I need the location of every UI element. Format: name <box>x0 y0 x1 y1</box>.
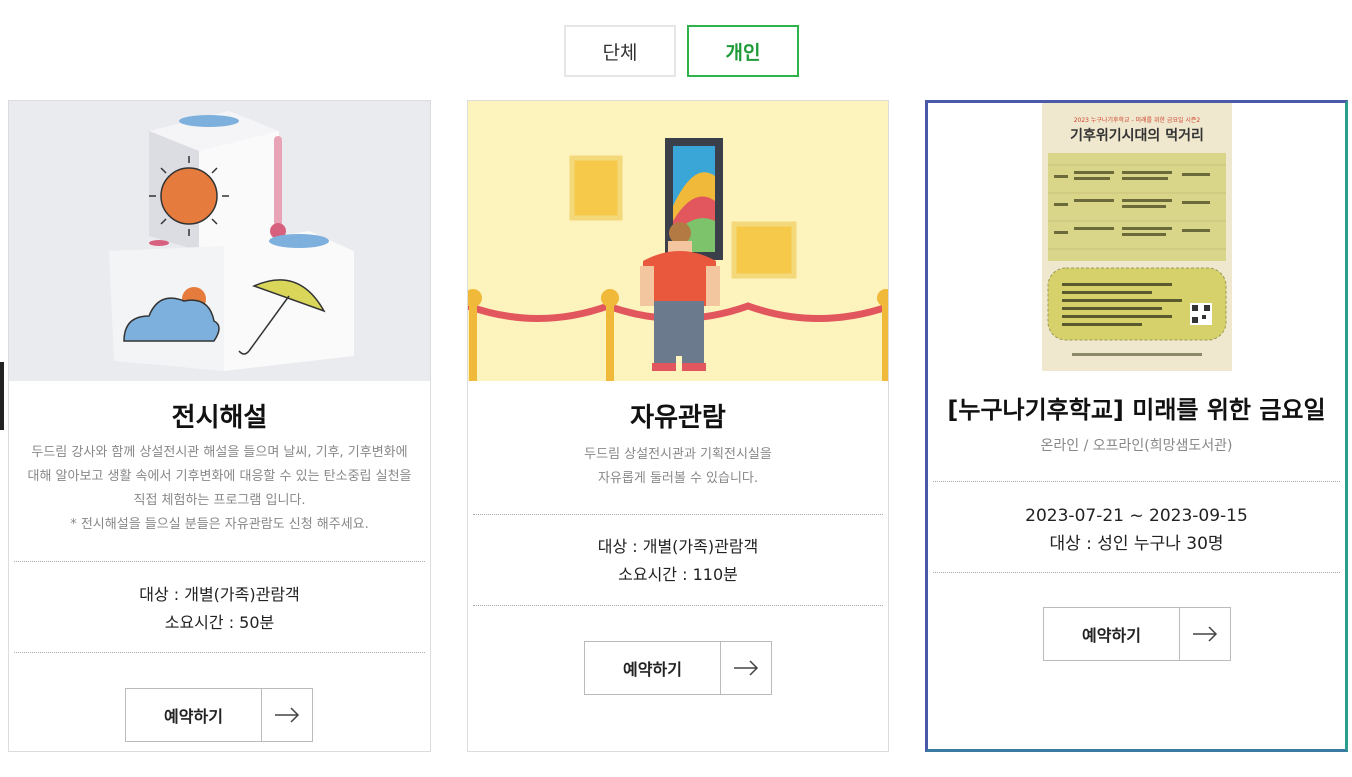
duration: 소요시간 : 110분 <box>618 565 738 584</box>
description-line: 두드림 강사와 함께 상설전시관 해설을 들으며 날씨, 기후, 기후변화에 <box>31 445 408 460</box>
reserve-button-label: 예약하기 <box>585 642 721 694</box>
description-line: 자유롭게 둘러볼 수 있습니다. <box>597 471 759 486</box>
target-audience: 대상 : 성인 누구나 30명 <box>1049 534 1224 554</box>
card-description: 두드림 강사와 함께 상설전시관 해설을 들으며 날씨, 기후, 기후변화에 대… <box>9 441 430 537</box>
arrow-right-icon <box>262 689 312 741</box>
card-info: 2023-07-21 ~ 2023-09-15 대상 : 성인 누구나 30명 <box>928 502 1345 558</box>
divider <box>473 605 883 606</box>
description-line: 직접 체험하는 프로그램 입니다. <box>133 493 306 508</box>
description-line: 대해 알아보고 생활 속에서 기후변화에 대응할 수 있는 탄소중립 실천을 <box>27 469 412 484</box>
divider <box>933 481 1340 482</box>
reserve-button-label: 예약하기 <box>126 689 262 741</box>
reserve-button[interactable]: 예약하기 <box>584 641 772 695</box>
event-poster-image: 2023 누구나기후학교 - 미래를 위한 금요일 시즌2 기후위기시대의 먹거… <box>1042 103 1232 371</box>
card-description: 두드림 상설전시관과 기획전시실을 자유롭게 둘러볼 수 있습니다. <box>468 443 888 491</box>
target-audience: 대상 : 개별(가족)관람객 <box>139 585 300 604</box>
tab-individual[interactable]: 개인 <box>687 25 799 77</box>
target-audience: 대상 : 개별(가족)관람객 <box>597 537 759 556</box>
program-card-free-viewing: 자유관람 두드림 상설전시관과 기획전시실을 자유롭게 둘러볼 수 있습니다. … <box>467 100 889 752</box>
description-line: 두드림 상설전시관과 기획전시실을 <box>584 447 772 462</box>
program-card-exhibition-guide: 전시해설 두드림 강사와 함께 상설전시관 해설을 들으며 날씨, 기후, 기후… <box>8 100 431 752</box>
card-title: [누구나기후학교] 미래를 위한 금요일 <box>947 396 1326 424</box>
duration: 소요시간 : 50분 <box>164 613 275 632</box>
card-title: 자유관람 <box>630 403 726 433</box>
type-tabs: 단체 개인 <box>564 25 799 77</box>
divider <box>473 514 883 515</box>
arrow-right-icon <box>721 642 771 694</box>
gallery-visitor-image <box>468 101 888 381</box>
description-line: * 전시해설을 들으실 분들은 자유관람도 신청 해주세요. <box>70 517 369 532</box>
divider <box>14 652 425 653</box>
divider <box>933 572 1340 573</box>
poster-headline: 기후위기시대의 먹거리 <box>1070 128 1204 144</box>
left-edge-marker <box>0 362 4 430</box>
reserve-button[interactable]: 예약하기 <box>1043 607 1231 661</box>
card-title: 전시해설 <box>171 403 268 433</box>
reserve-button[interactable]: 예약하기 <box>125 688 313 742</box>
card-subtitle: 온라인 / 오프라인(희망샘도서관) <box>1040 438 1233 454</box>
event-period: 2023-07-21 ~ 2023-09-15 <box>1025 506 1248 526</box>
card-info: 대상 : 개별(가족)관람객 소요시간 : 50분 <box>9 581 430 637</box>
weather-cubes-image <box>9 101 430 381</box>
card-info: 대상 : 개별(가족)관람객 소요시간 : 110분 <box>468 533 888 589</box>
divider <box>14 561 425 562</box>
arrow-right-icon <box>1180 608 1230 660</box>
program-card-climate-school: 2023 누구나기후학교 - 미래를 위한 금요일 시즌2 기후위기시대의 먹거… <box>925 100 1348 752</box>
tab-group[interactable]: 단체 <box>564 25 676 77</box>
poster-top-text: 2023 누구나기후학교 - 미래를 위한 금요일 시즌2 <box>1073 117 1201 124</box>
reserve-button-label: 예약하기 <box>1044 608 1180 660</box>
